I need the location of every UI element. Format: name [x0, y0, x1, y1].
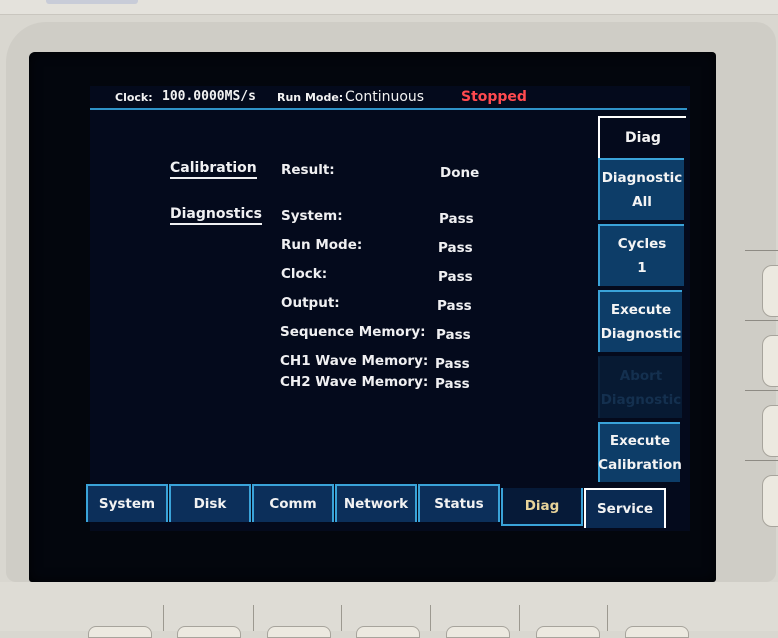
tab-label: Network [343, 496, 409, 512]
bezel-label-plate [46, 0, 138, 4]
diag-ch1-wave-memory-value: Pass [435, 356, 470, 372]
diag-ch1-wave-memory-label: CH1 Wave Memory: [280, 353, 429, 369]
button-line1: Diagnostic [601, 170, 683, 186]
cycles-button[interactable]: Cycles 1 [598, 224, 684, 286]
tab-label: Status [434, 496, 484, 512]
instrument-bezel-top [0, 0, 778, 15]
side-menu-title-text: Diag [625, 130, 661, 146]
bottom-softkey-3[interactable] [267, 626, 331, 638]
bottom-softkey-2[interactable] [177, 626, 241, 638]
tab-diag[interactable]: Diag [501, 488, 583, 526]
bezel-divider [745, 390, 778, 391]
calibration-result-label: Result: [281, 162, 335, 178]
button-line1: Abort [619, 368, 663, 384]
run-mode-label: Run Mode: [277, 91, 344, 104]
run-state-indicator: Stopped [461, 89, 527, 105]
bezel-divider [253, 605, 254, 631]
tab-system[interactable]: System [86, 484, 168, 522]
tab-disk[interactable]: Disk [169, 484, 251, 522]
diag-sequence-memory-label: Sequence Memory: [280, 324, 426, 340]
tab-label: Disk [193, 496, 227, 512]
side-menu-title: Diag [598, 116, 686, 158]
diag-system-value: Pass [439, 211, 474, 227]
side-softkey-4[interactable] [762, 475, 778, 527]
bezel-divider [519, 605, 520, 631]
bottom-softkey-7[interactable] [625, 626, 689, 638]
bottom-softkey-5[interactable] [446, 626, 510, 638]
tab-comm[interactable]: Comm [252, 484, 334, 522]
diag-output-label: Output: [281, 295, 340, 311]
tab-network[interactable]: Network [335, 484, 417, 522]
tab-label: Diag [524, 498, 560, 514]
diag-output-value: Pass [437, 298, 472, 314]
diag-ch2-wave-memory-label: CH2 Wave Memory: [280, 374, 429, 390]
bezel-divider [430, 605, 431, 631]
diag-clock-label: Clock: [281, 266, 328, 282]
clock-label: Clock: [115, 91, 153, 104]
bezel-divider [341, 605, 342, 631]
side-softkey-3[interactable] [762, 405, 778, 457]
diag-clock-value: Pass [438, 269, 473, 285]
bottom-softkey-6[interactable] [536, 626, 600, 638]
side-softkey-2[interactable] [762, 335, 778, 387]
calibration-title: Calibration [170, 160, 257, 179]
button-line2: Diagnostic [600, 392, 682, 408]
bezel-divider [607, 605, 608, 631]
tab-label: Service [596, 501, 654, 517]
button-line2: 1 [637, 260, 647, 276]
diag-content: Calibration Result: Done Diagnostics Sys… [90, 110, 595, 482]
diagnostic-all-button[interactable]: Diagnostic All [598, 158, 684, 220]
run-mode-value: Continuous [345, 89, 425, 105]
diag-ch2-wave-memory-value: Pass [435, 376, 470, 392]
button-line1: Cycles [617, 236, 667, 252]
execute-diagnostic-button[interactable]: Execute Diagnostic [598, 290, 682, 352]
clock-value: 100.0000MS/s [162, 89, 256, 104]
bezel-divider [745, 320, 778, 321]
bezel-divider [745, 460, 778, 461]
bottom-softkey-1[interactable] [88, 626, 152, 638]
side-menu: Diag Diagnostic All Cycles 1 Execute Dia… [586, 116, 686, 486]
tab-status[interactable]: Status [418, 484, 500, 522]
status-bar: Clock: 100.0000MS/s Run Mode: Continuous… [90, 86, 687, 110]
bezel-divider [745, 250, 778, 251]
side-softkey-1[interactable] [762, 265, 778, 317]
abort-diagnostic-button[interactable]: Abort Diagnostic [598, 356, 682, 418]
diag-sequence-memory-value: Pass [436, 327, 471, 343]
tab-label: System [98, 496, 156, 512]
diag-run-mode-label: Run Mode: [281, 237, 363, 253]
instrument-bezel-bottom [0, 582, 778, 631]
diag-run-mode-value: Pass [438, 240, 473, 256]
tab-service[interactable]: Service [584, 488, 666, 528]
button-line1: Execute [609, 433, 671, 449]
button-line2: All [632, 194, 652, 210]
tab-bar: System Disk Comm Network Status Diag Ser… [86, 484, 686, 528]
button-line1: Execute [610, 302, 672, 318]
bottom-softkey-4[interactable] [356, 626, 420, 638]
tab-label: Comm [269, 496, 317, 512]
diag-system-label: System: [281, 208, 343, 224]
bezel-divider [163, 605, 164, 631]
calibration-result-value: Done [440, 165, 480, 181]
execute-calibration-button[interactable]: Execute Calibration [598, 422, 682, 482]
button-line2: Calibration [598, 457, 682, 473]
button-line2: Diagnostic [600, 326, 682, 342]
diagnostics-title: Diagnostics [170, 206, 262, 225]
